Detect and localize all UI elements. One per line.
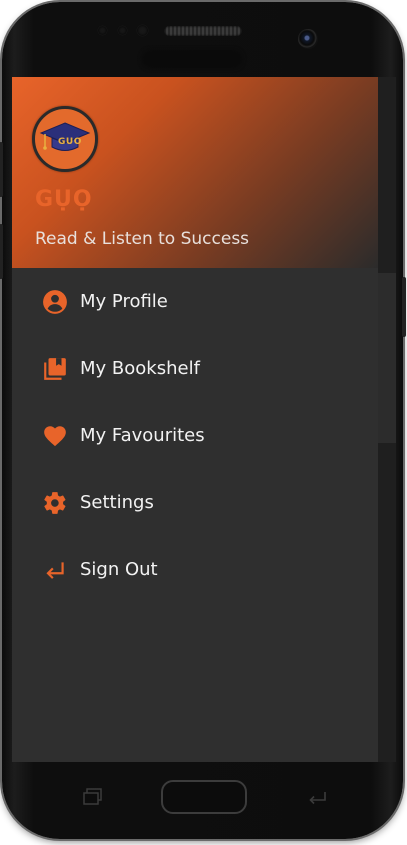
menu-item-my-favourites[interactable]: My Favourites (12, 402, 378, 469)
app-name: GỤỌ (35, 187, 93, 212)
home-button[interactable] (161, 780, 247, 814)
recent-apps-icon (83, 788, 102, 805)
front-camera (298, 29, 318, 49)
logo-text: GUO (58, 137, 82, 147)
menu-item-label: Sign Out (80, 559, 158, 580)
app-logo: GUO (32, 106, 98, 172)
bezel-shadow (142, 50, 242, 68)
earpiece-speaker (164, 26, 242, 36)
menu-item-sign-out[interactable]: Sign Out (12, 536, 378, 603)
gear-icon (42, 490, 68, 516)
account-circle-icon (42, 289, 68, 315)
sign-out-arrow-icon (42, 557, 68, 583)
dimmed-content-edge (378, 77, 396, 762)
menu-item-my-profile[interactable]: My Profile (12, 268, 378, 335)
menu-item-label: My Bookshelf (80, 358, 200, 379)
menu-item-label: Settings (80, 492, 154, 513)
recent-apps-button[interactable] (82, 787, 104, 807)
app-tagline: Read & Listen to Success (35, 229, 250, 249)
bookshelf-icon (42, 356, 68, 382)
back-button[interactable] (305, 787, 329, 807)
side-button-right (402, 277, 406, 337)
back-arrow-icon (309, 792, 326, 805)
screen: GUO GỤỌ Read & Listen to Success My Prof… (12, 77, 378, 762)
menu-item-label: My Favourites (80, 425, 205, 446)
drawer-header: GUO GỤỌ Read & Listen to Success (12, 77, 378, 268)
drawer-menu: My Profile My Bookshelf My Favourites Se… (12, 268, 378, 603)
phone-frame: GUO GỤỌ Read & Listen to Success My Prof… (0, 2, 406, 839)
scrollbar[interactable] (378, 273, 396, 443)
menu-item-my-bookshelf[interactable]: My Bookshelf (12, 335, 378, 402)
iris-sensor (137, 25, 148, 36)
side-button-left-lower (0, 224, 3, 279)
proximity-sensor (98, 26, 107, 35)
heart-icon (42, 423, 68, 449)
light-sensor (118, 26, 127, 35)
menu-item-settings[interactable]: Settings (12, 469, 378, 536)
side-button-left-upper (0, 142, 3, 197)
menu-item-label: My Profile (80, 291, 168, 312)
